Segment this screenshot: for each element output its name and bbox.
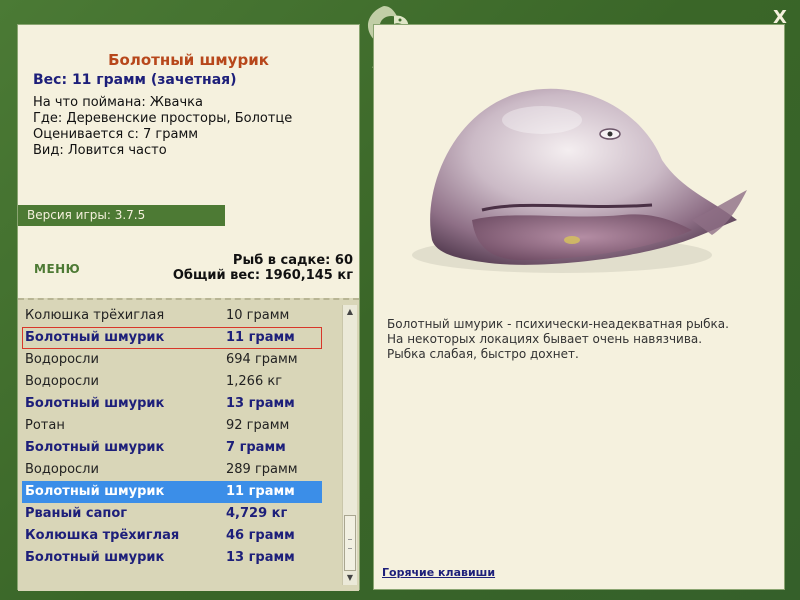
fish-count: Рыб в садке: 60: [232, 253, 353, 268]
list-item-name: Рваный сапог: [25, 506, 128, 521]
version-bar: Версия игры: 3.7.5: [18, 205, 225, 226]
list-item[interactable]: Болотный шмурик 13 грамм: [22, 393, 322, 415]
app-window: X Болотный шмурик Вес: 11 грамм (зачетна…: [0, 0, 800, 600]
list-item[interactable]: Рваный сапог 4,729 кг: [22, 503, 322, 525]
list-item-name: Водоросли: [25, 352, 99, 367]
list-item-weight: 92 грамм: [226, 418, 290, 433]
list-item-weight: 11 грамм: [226, 484, 295, 499]
list-item[interactable]: Болотный шмурик 7 грамм: [22, 437, 322, 459]
list-item-name: Колюшка трёхиглая: [25, 528, 180, 543]
list-item-weight: 10 грамм: [226, 308, 290, 323]
list-item-weight: 4,729 кг: [226, 506, 288, 521]
list-item-name: Болотный шмурик: [25, 484, 165, 499]
list-item-name: Болотный шмурик: [25, 396, 165, 411]
min-weight-line: Оценивается с: 7 грамм: [33, 127, 199, 142]
list-item[interactable]: Ротан 92 грамм: [22, 415, 322, 437]
list-item-weight: 289 грамм: [226, 462, 298, 477]
fish-weight: Вес: 11 грамм (зачетная): [33, 72, 237, 88]
fish-description: Болотный шмурик - психически-неадекватна…: [387, 317, 772, 362]
fish-details: На что поймана: Жвачка Где: Деревенские …: [33, 95, 292, 159]
catch-list: Колюшка трёхиглая 10 грамм Болотный шмурик…: [18, 298, 359, 591]
total-weight: Общий вес: 1960,145 кг: [172, 268, 353, 283]
fish-detail-panel: Болотный шмурик - психически-неадекватна…: [373, 24, 785, 590]
list-item-weight: 694 грамм: [226, 352, 298, 367]
list-item[interactable]: Болотный шмурик 11 грамм: [22, 481, 322, 503]
list-item-weight: 13 грамм: [226, 550, 295, 565]
list-item[interactable]: Колюшка трёхиглая 10 грамм: [22, 305, 322, 327]
list-item-name: Болотный шмурик: [25, 330, 165, 345]
list-item[interactable]: Водоросли 1,266 кг: [22, 371, 322, 393]
fish-title: Болотный шмурик: [108, 51, 269, 69]
list-item[interactable]: Болотный шмурик 13 грамм: [22, 547, 322, 569]
catch-stats: Рыб в садке: 60 Общий вес: 1960,145 кг: [173, 253, 353, 283]
menu-button[interactable]: МЕНЮ: [34, 262, 80, 276]
location-line: Где: Деревенские просторы, Болотце: [33, 111, 293, 126]
scroll-thumb[interactable]: [344, 515, 356, 571]
description-line-2: На некоторых локациях бывает очень навяз…: [387, 332, 703, 346]
list-item-weight: 1,266 кг: [226, 374, 283, 389]
list-item-name: Водоросли: [25, 462, 99, 477]
list-item[interactable]: Водоросли 289 грамм: [22, 459, 322, 481]
grip-icon: [348, 539, 352, 549]
list-item-name: Водоросли: [25, 374, 99, 389]
list-item-weight: 11 грамм: [226, 330, 295, 345]
catch-info-panel: Болотный шмурик Вес: 11 грамм (зачетная)…: [17, 24, 360, 591]
description-line-1: Болотный шмурик - психически-неадекватна…: [387, 317, 729, 331]
description-line-3: Рыбка слабая, быстро дохнет.: [387, 347, 579, 361]
list-item-name: Болотный шмурик: [25, 550, 165, 565]
list-item-name: Ротан: [25, 418, 65, 433]
fish-info-area: Болотный шмурик Вес: 11 грамм (зачетная)…: [18, 25, 359, 295]
fish-image: [412, 88, 747, 273]
scrollbar[interactable]: ▲ ▼: [342, 305, 357, 585]
list-item-name: Болотный шмурик: [25, 440, 165, 455]
list-item-weight: 13 грамм: [226, 396, 295, 411]
arrow-up-icon[interactable]: ▲: [343, 305, 357, 319]
hotkeys-link[interactable]: Горячие клавиши: [382, 566, 495, 579]
bait-line: На что поймана: Жвачка: [33, 95, 203, 110]
catch-list-rows: Колюшка трёхиглая 10 грамм Болотный шмурик…: [22, 305, 322, 569]
list-item-weight: 7 грамм: [226, 440, 286, 455]
frequency-line: Вид: Ловится часто: [33, 143, 167, 158]
arrow-down-icon[interactable]: ▼: [343, 571, 357, 585]
list-item-name: Колюшка трёхиглая: [25, 308, 165, 323]
list-item[interactable]: Колюшка трёхиглая 46 грамм: [22, 525, 322, 547]
list-item[interactable]: Водоросли 694 грамм: [22, 349, 322, 371]
list-item[interactable]: Болотный шмурик 11 грамм: [22, 327, 322, 349]
list-item-weight: 46 грамм: [226, 528, 295, 543]
